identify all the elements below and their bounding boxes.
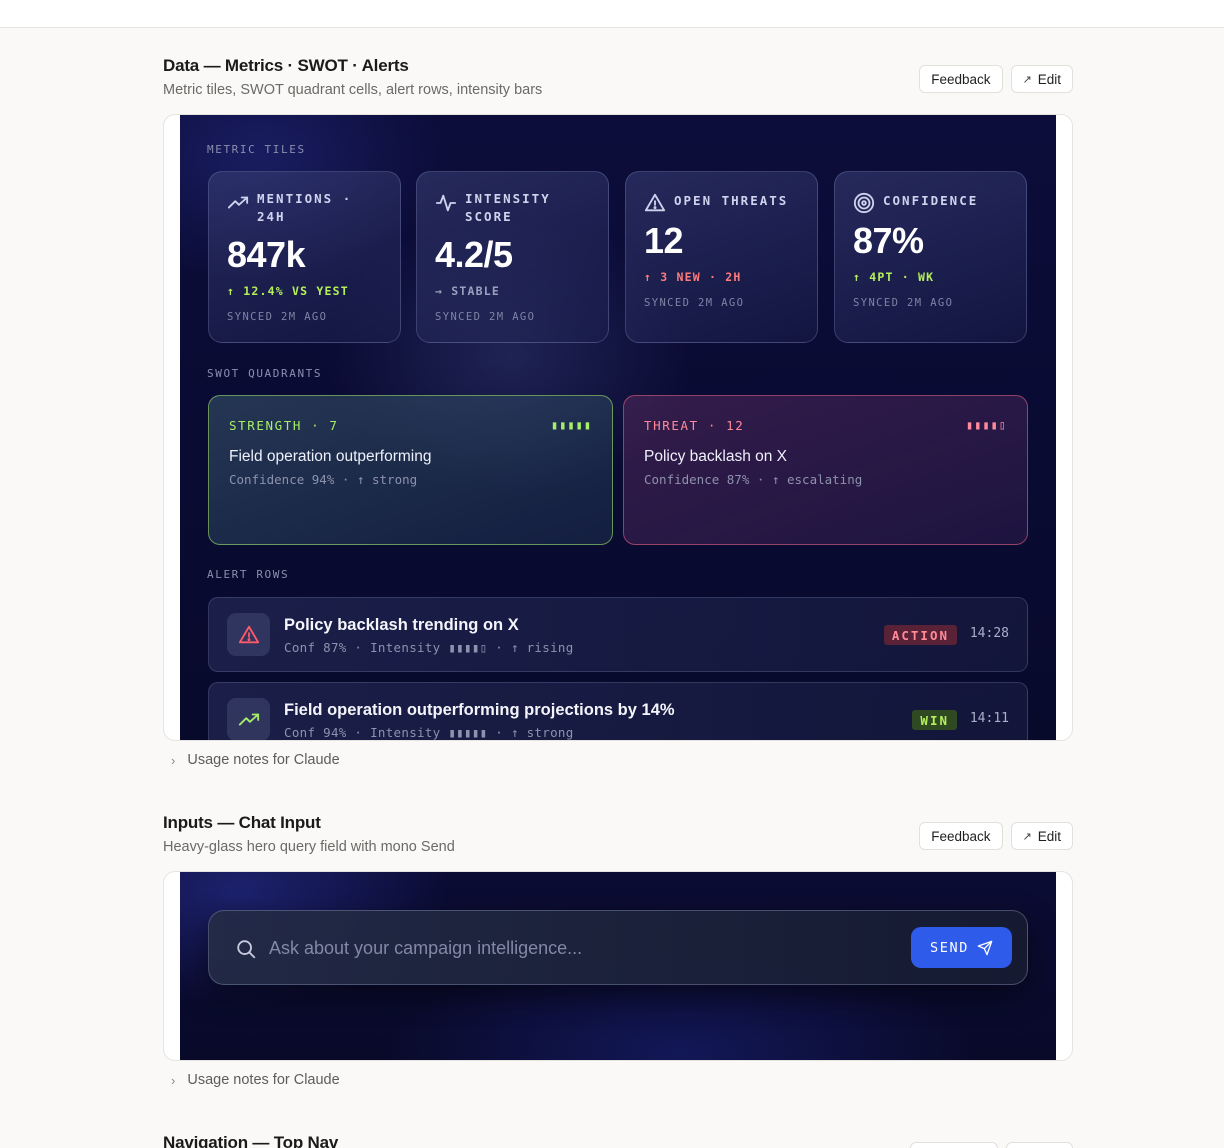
- send-label: SEND: [930, 939, 969, 956]
- chat-input-bar: SEND: [208, 910, 1028, 985]
- alert-icon-box: [227, 698, 270, 740]
- quadrant-heading: THREAT · 12: [644, 418, 745, 433]
- activity-icon: [435, 194, 457, 212]
- quadrant-meta: Confidence 94% · ↑ strong: [229, 472, 418, 487]
- preview-frame: METRIC TILES MENTIONS · 24H 847k ↑ 12.4%…: [163, 114, 1073, 741]
- quadrant-heading: STRENGTH · 7: [229, 418, 339, 433]
- alert-row[interactable]: Policy backlash trending on X Conf 87% ·…: [208, 597, 1028, 672]
- tile-synced: SYNCED 2M AGO: [435, 311, 536, 323]
- quadrant-title: Field operation outperforming: [229, 448, 432, 465]
- usage-notes-label: Usage notes for Claude: [187, 1072, 340, 1088]
- edit-button[interactable]: [1006, 1142, 1073, 1148]
- edit-label: Edit: [1037, 828, 1061, 844]
- chevron-right-icon: ›: [171, 752, 176, 768]
- tile-synced: SYNCED 2M AGO: [644, 297, 745, 309]
- target-icon: [853, 192, 875, 214]
- tile-value: 87%: [853, 220, 924, 261]
- alert-title: Field operation outperforming projection…: [284, 701, 675, 719]
- quadrant-meta: Confidence 87% · ↑ escalating: [644, 472, 863, 487]
- tile-name: CONFIDENCE: [883, 193, 979, 208]
- swot-quadrants-label: SWOT QUADRANTS: [207, 367, 323, 380]
- alert-icon-box: [227, 613, 270, 656]
- chevron-right-icon: ›: [171, 1072, 176, 1088]
- status-badge-win: WIN: [912, 710, 957, 730]
- alert-time: 14:28: [969, 626, 1009, 641]
- tile-value: 4.2/5: [435, 234, 513, 275]
- metric-tiles-label: METRIC TILES: [207, 143, 306, 156]
- warning-icon: [238, 625, 259, 643]
- feedback-label: Feedback: [931, 828, 991, 844]
- section-data-metrics: Data — Metrics · SWOT · Alerts Metric ti…: [163, 56, 1073, 768]
- tile-delta: ↑ 12.4% VS YEST: [227, 284, 349, 298]
- dark-preview-canvas: METRIC TILES MENTIONS · 24H 847k ↑ 12.4%…: [180, 115, 1056, 740]
- arrow-up-right-icon: ↗: [1022, 830, 1032, 843]
- edit-button[interactable]: ↗ Edit: [1010, 822, 1073, 850]
- warning-icon: [644, 193, 666, 212]
- usage-notes-toggle[interactable]: › Usage notes for Claude: [171, 1072, 340, 1088]
- feedback-button[interactable]: [910, 1142, 998, 1148]
- quadrant-title: Policy backlash on X: [644, 448, 788, 465]
- metric-tile-mentions[interactable]: MENTIONS · 24H 847k ↑ 12.4% VS YEST SYNC…: [208, 171, 401, 343]
- intensity-bars: ▮▮▮▮▯: [965, 418, 1007, 432]
- send-icon: [977, 940, 993, 955]
- alert-time: 14:11: [969, 711, 1009, 726]
- usage-notes-label: Usage notes for Claude: [187, 752, 340, 768]
- tile-value: 847k: [227, 234, 306, 275]
- tile-delta: ↑ 3 NEW · 2H: [644, 270, 742, 284]
- chat-query-input[interactable]: [269, 931, 889, 965]
- metric-tile-confidence[interactable]: CONFIDENCE 87% ↑ 4PT · WK SYNCED 2M AGO: [834, 171, 1027, 343]
- dark-preview-canvas: SEND: [180, 872, 1056, 1060]
- tile-synced: SYNCED 2M AGO: [227, 311, 328, 323]
- tile-delta: → STABLE: [435, 284, 500, 298]
- section-chat-input: Inputs — Chat Input Heavy-glass hero que…: [163, 813, 1073, 1088]
- alert-meta: Conf 87% · Intensity ▮▮▮▮▯ · ↑ rising: [284, 640, 574, 655]
- alert-rows-label: ALERT ROWS: [207, 568, 290, 581]
- metric-tile-intensity[interactable]: INTENSITY SCORE 4.2/5 → STABLE SYNCED 2M…: [416, 171, 609, 343]
- send-button[interactable]: SEND: [911, 927, 1012, 968]
- section-header: Inputs — Chat Input Heavy-glass hero que…: [163, 813, 1073, 863]
- intensity-bars: ▮▮▮▮▮: [550, 418, 592, 432]
- trending-up-icon: [238, 713, 259, 725]
- feedback-button[interactable]: Feedback: [919, 65, 1003, 93]
- alert-meta: Conf 94% · Intensity ▮▮▮▮▮ · ↑ strong: [284, 725, 574, 740]
- feedback-label: Feedback: [931, 71, 991, 87]
- tile-name: MENTIONS · 24H: [257, 191, 353, 224]
- status-badge-action: ACTION: [883, 625, 957, 645]
- section-header: Data — Metrics · SWOT · Alerts Metric ti…: [163, 56, 1073, 106]
- section-top-nav: Navigation — Top Nav: [163, 1133, 1073, 1148]
- trending-up-icon: [227, 196, 249, 209]
- preview-frame: SEND: [163, 871, 1073, 1061]
- tile-delta: ↑ 4PT · WK: [853, 270, 935, 284]
- feedback-button[interactable]: Feedback: [919, 822, 1003, 850]
- tile-value: 12: [644, 220, 684, 261]
- swot-threat-cell[interactable]: THREAT · 12 ▮▮▮▮▯ Policy backlash on X C…: [623, 395, 1028, 545]
- tile-synced: SYNCED 2M AGO: [853, 297, 954, 309]
- alert-row[interactable]: Field operation outperforming projection…: [208, 682, 1028, 740]
- edit-button[interactable]: ↗ Edit: [1010, 65, 1073, 93]
- swot-strength-cell[interactable]: STRENGTH · 7 ▮▮▮▮▮ Field operation outpe…: [208, 395, 613, 545]
- metric-tile-threats[interactable]: OPEN THREATS 12 ↑ 3 NEW · 2H SYNCED 2M A…: [625, 171, 818, 343]
- arrow-up-right-icon: ↗: [1022, 73, 1032, 86]
- usage-notes-toggle[interactable]: › Usage notes for Claude: [171, 752, 340, 768]
- top-bar: [0, 0, 1224, 28]
- alert-title: Policy backlash trending on X: [284, 616, 519, 634]
- tile-name: INTENSITY SCORE: [465, 191, 551, 224]
- search-icon: [237, 940, 256, 959]
- edit-label: Edit: [1037, 71, 1061, 87]
- tile-name: OPEN THREATS: [674, 193, 789, 208]
